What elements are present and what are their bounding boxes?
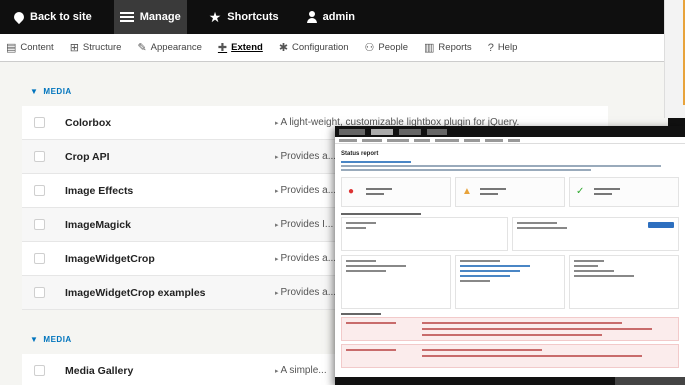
module-name: Image Effects bbox=[65, 184, 134, 197]
wrench-icon: ✱ bbox=[278, 42, 289, 54]
info-box bbox=[341, 255, 451, 309]
tray-item-label: Structure bbox=[82, 42, 122, 53]
intro-text bbox=[341, 165, 661, 167]
tray-item-help[interactable]: ? Help bbox=[488, 42, 518, 54]
status-report-window[interactable]: Status report ● ▲ ✓ bbox=[335, 126, 685, 385]
tray-item-label: Reports bbox=[438, 42, 472, 53]
info-box bbox=[455, 255, 565, 309]
appearance-icon: ✎ bbox=[137, 42, 147, 54]
check-icon: ✓ bbox=[576, 186, 585, 197]
intro-text bbox=[341, 169, 591, 171]
triangle-down-icon: ▼ bbox=[30, 86, 39, 96]
structure-icon: ⊞ bbox=[69, 42, 79, 54]
error-item bbox=[341, 344, 679, 368]
admin-toolbar: Back to site Manage ★ Shortcuts admin bbox=[0, 0, 668, 34]
section-title: MEDIA bbox=[43, 86, 72, 96]
info-box bbox=[341, 217, 508, 251]
triangle-down-icon: ▼ bbox=[30, 334, 39, 344]
extend-icon: ✚ bbox=[217, 42, 228, 54]
admin-menu-tray: ▤ Content ⊞ Structure ✎ Appearance ✚ Extend … bbox=[0, 34, 668, 62]
tray-item-configuration[interactable]: ✱ Configuration bbox=[279, 41, 349, 54]
warnings-card[interactable]: ▲ bbox=[455, 177, 565, 207]
drupal-drop-icon bbox=[11, 9, 27, 25]
info-box bbox=[569, 255, 679, 309]
section-toggle-media[interactable]: ▼ MEDIA bbox=[30, 84, 646, 98]
tray-item-extend[interactable]: ✚ Extend bbox=[218, 41, 263, 54]
status-report-body: Status report ● ▲ ✓ bbox=[335, 144, 685, 375]
content-icon: ▤ bbox=[6, 42, 17, 54]
breadcrumb[interactable] bbox=[341, 161, 411, 163]
module-checkbox[interactable] bbox=[34, 185, 45, 196]
tray-item-label: Appearance bbox=[150, 42, 202, 53]
module-name: ImageWidgetCrop bbox=[65, 252, 155, 265]
mini-admin-toolbar bbox=[335, 126, 685, 137]
module-name: Colorbox bbox=[65, 116, 112, 129]
user-icon bbox=[306, 11, 317, 23]
status-report-title: Status report bbox=[341, 151, 379, 157]
tray-item-people[interactable]: ⚇ People bbox=[365, 41, 408, 54]
tray-item-reports[interactable]: ▥ Reports bbox=[424, 41, 472, 54]
warning-icon: ▲ bbox=[462, 186, 472, 197]
module-name: ImageWidgetCrop examples bbox=[65, 286, 206, 299]
reports-icon: ▥ bbox=[424, 42, 435, 54]
tray-item-structure[interactable]: ⊞ Structure bbox=[70, 41, 122, 54]
module-checkbox[interactable] bbox=[34, 287, 45, 298]
tray-item-label: People bbox=[378, 42, 409, 53]
module-checkbox[interactable] bbox=[34, 219, 45, 230]
menu-icon bbox=[119, 12, 134, 22]
module-description[interactable]: Provides I... bbox=[275, 219, 333, 230]
error-icon: ● bbox=[348, 186, 355, 197]
tray-item-appearance[interactable]: ✎ Appearance bbox=[137, 41, 201, 54]
tray-item-content[interactable]: ▤ Content bbox=[6, 41, 54, 54]
background-panel bbox=[664, 0, 685, 118]
tray-item-label: Help bbox=[497, 42, 518, 53]
module-name: ImageMagick bbox=[65, 218, 131, 231]
section-title: MEDIA bbox=[43, 334, 72, 344]
people-icon: ⚇ bbox=[364, 42, 375, 54]
window-bottom-bar bbox=[335, 377, 685, 385]
status-summary: ● ▲ ✓ bbox=[341, 177, 679, 207]
module-description[interactable]: Provides a... bbox=[275, 151, 336, 162]
help-icon: ? bbox=[487, 41, 494, 54]
back-to-site-label: Back to site bbox=[30, 11, 92, 23]
info-grid bbox=[341, 217, 679, 251]
info-box bbox=[512, 217, 679, 251]
tray-item-label: Extend bbox=[231, 42, 263, 53]
module-description[interactable]: A simple... bbox=[275, 365, 326, 376]
module-name: Media Gallery bbox=[65, 364, 134, 377]
back-to-site-link[interactable]: Back to site bbox=[8, 0, 98, 34]
manage-label: Manage bbox=[139, 11, 181, 23]
checked-card[interactable]: ✓ bbox=[569, 177, 679, 207]
module-checkbox[interactable] bbox=[34, 151, 45, 162]
info-grid bbox=[341, 255, 679, 309]
shortcuts-tab[interactable]: ★ Shortcuts bbox=[203, 0, 285, 34]
tray-item-label: Content bbox=[20, 42, 54, 53]
module-checkbox[interactable] bbox=[34, 117, 45, 128]
module-description[interactable]: Provides a... bbox=[275, 185, 336, 196]
general-info-heading bbox=[341, 213, 421, 215]
star-icon: ★ bbox=[208, 9, 222, 25]
errors-heading bbox=[341, 313, 381, 315]
errors-card[interactable]: ● bbox=[341, 177, 451, 207]
module-checkbox[interactable] bbox=[34, 365, 45, 376]
module-checkbox[interactable] bbox=[34, 253, 45, 264]
manage-tab[interactable]: Manage bbox=[113, 0, 187, 34]
user-tab[interactable]: admin bbox=[301, 0, 361, 34]
error-item bbox=[341, 317, 679, 341]
user-label: admin bbox=[322, 11, 356, 23]
tray-item-label: Configuration bbox=[292, 42, 349, 53]
run-cron-button[interactable] bbox=[648, 222, 674, 228]
shortcuts-label: Shortcuts bbox=[227, 11, 279, 23]
module-description[interactable]: Provides a... bbox=[275, 253, 336, 264]
module-name: Crop API bbox=[65, 150, 110, 163]
mini-menu-tray bbox=[335, 137, 685, 144]
module-description[interactable]: Provides a... bbox=[275, 287, 336, 298]
